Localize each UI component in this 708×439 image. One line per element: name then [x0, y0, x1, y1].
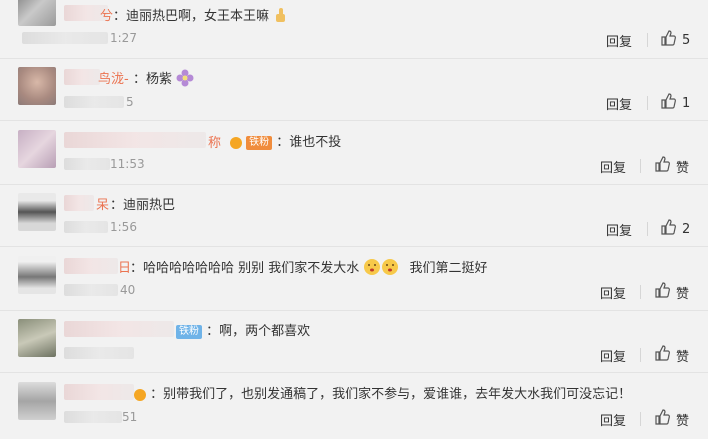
vip-crown-icon	[134, 388, 146, 401]
username-blurred[interactable]	[64, 69, 100, 85]
username-blurred[interactable]	[64, 132, 206, 148]
blush-emoji-icon	[363, 258, 381, 280]
thumbs-up-emoji-icon	[273, 7, 289, 27]
comment-text: ：哈哈哈哈哈哈哈 别别 我们家不发大水 我们第二挺好	[130, 257, 488, 280]
thumbs-up-icon	[660, 30, 676, 50]
flower-emoji-icon	[176, 69, 194, 91]
avatar[interactable]	[18, 319, 56, 357]
thumbs-up-icon	[654, 409, 670, 429]
divider	[640, 159, 641, 173]
username-blurred[interactable]	[64, 384, 134, 400]
time-blurred	[64, 158, 110, 170]
username-tail[interactable]: 兮	[100, 5, 113, 24]
comment-row: ：别带我们了，也别发通稿了，我们家不参与，爱谁谁，去年发大水我们可没忘记！ 51…	[0, 372, 708, 439]
divider	[647, 96, 648, 110]
divider	[640, 348, 641, 362]
like-label: 赞	[676, 160, 690, 176]
comment-text: ：迪丽热巴	[110, 198, 176, 213]
like-button[interactable]: 赞	[654, 409, 689, 429]
reply-button[interactable]: 回复	[600, 410, 626, 429]
comment-row: 兮 ：迪丽热巴啊，女王本王嘛 1:27 回复 5	[0, 0, 708, 59]
like-button[interactable]: 2	[660, 219, 690, 239]
avatar[interactable]	[18, 382, 56, 420]
like-label: 赞	[676, 413, 690, 429]
comment-row: 铁粉 ：啊，两个都喜欢 回复 赞	[0, 310, 708, 373]
blush-emoji-icon	[381, 258, 399, 280]
username-blurred[interactable]	[64, 195, 94, 211]
username-blurred[interactable]	[64, 258, 118, 274]
timestamp: 51	[122, 410, 138, 424]
username-tail[interactable]: 呆	[96, 194, 109, 213]
like-count: 5	[682, 32, 691, 48]
timestamp: 5	[126, 95, 134, 109]
timestamp: 11:53	[110, 157, 145, 171]
like-label: 赞	[676, 349, 690, 365]
like-button[interactable]: 赞	[654, 282, 689, 302]
thumbs-up-icon	[654, 156, 670, 176]
like-label: 赞	[676, 286, 690, 302]
comment-row: 鸟泷- ：杨紫 5 回复 1	[0, 58, 708, 121]
comment-text: ：迪丽热巴啊，女王本王嘛	[113, 5, 289, 27]
time-blurred	[22, 32, 108, 44]
time-blurred	[64, 221, 108, 233]
like-button[interactable]: 赞	[654, 156, 689, 176]
fan-badge[interactable]: 铁粉	[246, 135, 273, 150]
timestamp: 40	[120, 283, 136, 297]
username-blurred[interactable]	[64, 321, 174, 337]
vip-crown-icon	[230, 136, 242, 149]
reply-button[interactable]: 回复	[600, 283, 626, 302]
thumbs-up-icon	[654, 345, 670, 365]
thumbs-up-icon	[660, 219, 676, 239]
timestamp: 1:27	[110, 31, 137, 45]
avatar[interactable]	[18, 256, 56, 294]
comment-text: ：别带我们了，也别发通稿了，我们家不参与，爱谁谁，去年发大水我们可没忘记！	[134, 383, 631, 402]
avatar[interactable]	[18, 67, 56, 105]
divider	[640, 285, 641, 299]
divider	[640, 412, 641, 426]
time-blurred	[64, 284, 118, 296]
divider	[647, 222, 648, 236]
avatar[interactable]	[18, 193, 56, 231]
divider	[647, 33, 648, 47]
thumbs-up-icon	[660, 93, 676, 113]
comment-text: 铁粉 ：谁也不投	[230, 131, 341, 150]
comment-row: 日 ：哈哈哈哈哈哈哈 别别 我们家不发大水 我们第二挺好 40 回复 赞	[0, 246, 708, 311]
reply-button[interactable]: 回复	[600, 346, 626, 365]
like-button[interactable]: 赞	[654, 345, 689, 365]
like-count: 2	[682, 221, 691, 237]
timestamp: 1:56	[110, 220, 137, 234]
reply-button[interactable]: 回复	[606, 94, 632, 113]
reply-button[interactable]: 回复	[600, 157, 626, 176]
reply-button[interactable]: 回复	[606, 220, 632, 239]
like-count: 1	[682, 95, 691, 111]
time-blurred	[64, 347, 134, 359]
comment-text: 铁粉 ：啊，两个都喜欢	[176, 320, 310, 339]
time-blurred	[64, 96, 124, 108]
reply-button[interactable]: 回复	[606, 31, 632, 50]
username-tail[interactable]: 鸟泷-	[98, 68, 129, 87]
comment-text: ：杨紫	[133, 68, 194, 91]
avatar[interactable]	[18, 130, 56, 168]
thumbs-up-icon	[654, 282, 670, 302]
fan-badge[interactable]: 铁粉	[176, 324, 202, 339]
comment-row: 呆 ：迪丽热巴 1:56 回复 2	[0, 184, 708, 247]
time-blurred	[64, 411, 122, 423]
like-button[interactable]: 5	[660, 30, 690, 50]
like-button[interactable]: 1	[660, 93, 690, 113]
username-tail[interactable]: 称	[208, 132, 221, 151]
avatar[interactable]	[18, 0, 56, 26]
comment-row: 称 铁粉 ：谁也不投 11:53 回复 赞	[0, 120, 708, 185]
